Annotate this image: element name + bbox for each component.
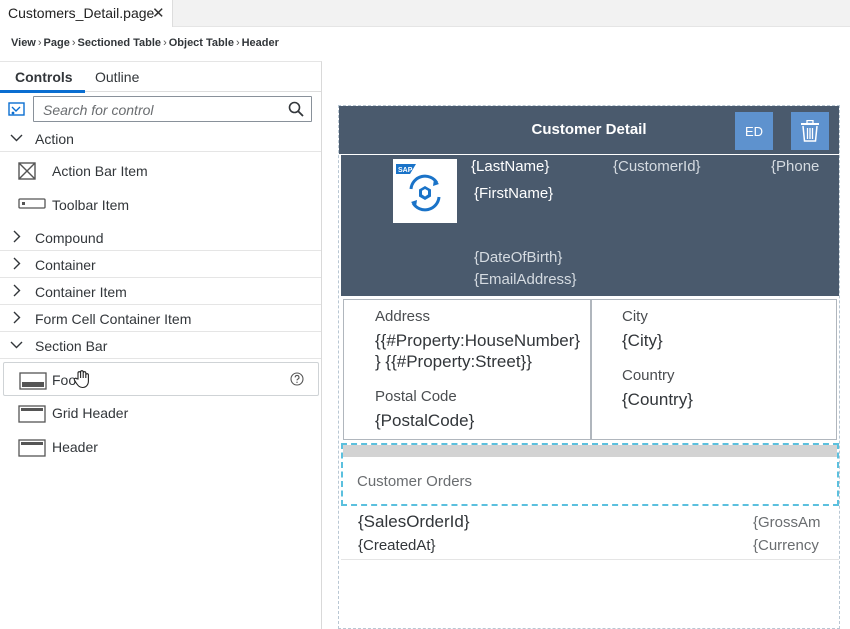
header-date-of-birth: {DateOfBirth} <box>474 249 563 266</box>
page-preview: Customer Detail ED SAP {LastName} {Custo… <box>338 105 840 629</box>
editor-tab-title: Customers_Detail.page <box>8 5 155 21</box>
category-label: Action <box>35 131 74 147</box>
object-header[interactable]: SAP {LastName} {CustomerId} {Phone {Firs… <box>341 155 839 296</box>
category-label: Container <box>35 257 96 273</box>
search-input[interactable]: Search for control <box>33 96 312 122</box>
breadcrumb-item-object-table[interactable]: Object Table <box>169 37 234 49</box>
sales-order-id: {SalesOrderId} <box>358 512 470 531</box>
control-item-label: Grid Header <box>52 405 129 421</box>
sap-logo-text: SAP <box>398 167 413 174</box>
chevron-right-icon <box>10 257 23 273</box>
search-placeholder: Search for control <box>43 102 154 118</box>
grid-header-icon <box>18 404 46 427</box>
postal-code-value: {PostalCode} <box>375 411 475 430</box>
control-item-label: Header <box>52 439 98 455</box>
address-label: Address <box>375 308 431 325</box>
editor-tab[interactable]: Customers_Detail.page ✕ <box>0 0 173 27</box>
action-bar: Customer Detail ED <box>339 106 839 154</box>
filter-icon[interactable] <box>8 102 25 122</box>
postal-code-label: Postal Code <box>375 388 457 405</box>
close-icon[interactable]: ✕ <box>152 4 165 22</box>
category-container[interactable]: Container <box>0 252 321 278</box>
delete-button[interactable] <box>791 112 829 150</box>
key-value-section[interactable]: Address {{#Property:HouseNumber} } {{#Pr… <box>343 299 837 440</box>
created-at: {CreatedAt} <box>358 537 436 554</box>
category-form-cell-container-item[interactable]: Form Cell Container Item <box>0 306 321 332</box>
chevron-down-icon <box>10 131 23 147</box>
header-last-name: {LastName} <box>471 158 550 175</box>
header-email: {EmailAddress} <box>474 271 577 288</box>
gross-amount: {GrossAm <box>753 514 821 531</box>
trash-icon <box>801 120 819 142</box>
breadcrumb-item-header: Header <box>241 37 279 49</box>
category-action[interactable]: Action <box>0 126 321 152</box>
control-item-footer[interactable]: Foo <box>3 362 319 396</box>
breadcrumb: View › Page › Sectioned Table › Object Table › H… <box>11 37 279 49</box>
control-item-header[interactable]: Header <box>0 430 321 464</box>
breadcrumb-item-page[interactable]: Page <box>44 37 70 49</box>
currency: {Currency <box>753 537 819 554</box>
control-item-label: Toolbar Item <box>52 197 130 213</box>
category-label: Container Item <box>35 284 127 300</box>
object-header-image: SAP <box>393 159 457 223</box>
chevron-right-icon: › <box>163 37 167 49</box>
category-label: Section Bar <box>35 338 108 354</box>
chevron-right-icon <box>10 284 23 300</box>
tab-controls[interactable]: Controls <box>15 69 73 85</box>
panel-tabs: Controls Outline <box>0 62 321 93</box>
category-label: Compound <box>35 230 104 246</box>
city-label: City <box>622 308 648 325</box>
search-icon[interactable] <box>288 101 304 120</box>
breadcrumb-item-sectioned-table[interactable]: Sectioned Table <box>78 37 162 49</box>
header-customer-id: {CustomerId} <box>613 158 701 175</box>
category-section-bar[interactable]: Section Bar <box>0 333 321 359</box>
action-bar-item-icon <box>18 162 36 183</box>
country-value: {Country} <box>622 390 693 409</box>
chevron-right-icon <box>10 230 23 246</box>
control-item-label: Action Bar Item <box>52 163 148 179</box>
chevron-down-icon <box>10 338 23 354</box>
header-first-name: {FirstName} <box>474 185 554 202</box>
chevron-right-icon: › <box>71 37 76 49</box>
editor-tab-strip: Customers_Detail.page ✕ <box>0 0 850 27</box>
category-container-item[interactable]: Container Item <box>0 279 321 305</box>
category-compound[interactable]: Compound <box>0 225 321 251</box>
section-separator <box>343 445 837 457</box>
country-label: Country <box>622 367 675 384</box>
controls-panel: Controls Outline Search for control Acti… <box>0 61 322 629</box>
ed-button[interactable]: ED <box>735 112 773 150</box>
header-phone: {Phone <box>771 158 820 175</box>
city-value: {City} <box>622 331 663 350</box>
control-item-action-bar-item[interactable]: Action Bar Item <box>0 154 321 188</box>
hand-cursor-icon <box>72 369 92 392</box>
active-tab-indicator <box>0 90 85 93</box>
search-row: Search for control <box>0 96 321 124</box>
breadcrumb-item-view[interactable]: View <box>11 37 36 49</box>
design-canvas: Customer Detail ED SAP {LastName} {Custo… <box>322 61 850 629</box>
chevron-right-icon: › <box>235 37 240 49</box>
tab-outline[interactable]: Outline <box>95 69 139 85</box>
chevron-right-icon <box>10 311 23 327</box>
footer-icon <box>19 371 47 394</box>
control-item-toolbar-item[interactable]: Toolbar Item <box>0 188 321 222</box>
help-icon[interactable] <box>290 372 304 389</box>
toolbar-item-icon <box>18 196 46 215</box>
key-value-divider <box>590 300 592 439</box>
address-value-line-2: } {{#Property:Street}} <box>375 352 532 371</box>
control-item-grid-header[interactable]: Grid Header <box>0 396 321 430</box>
category-label: Form Cell Container Item <box>35 311 192 327</box>
address-value-line-1: {{#Property:HouseNumber} <box>375 331 581 350</box>
section-header-selected[interactable]: Customer Orders <box>341 443 839 506</box>
chevron-right-icon: › <box>37 37 42 49</box>
object-table-row[interactable]: {SalesOrderId} {CreatedAt} {GrossAm {Cur… <box>341 508 839 560</box>
header-icon <box>18 438 46 461</box>
section-caption: Customer Orders <box>357 473 473 490</box>
